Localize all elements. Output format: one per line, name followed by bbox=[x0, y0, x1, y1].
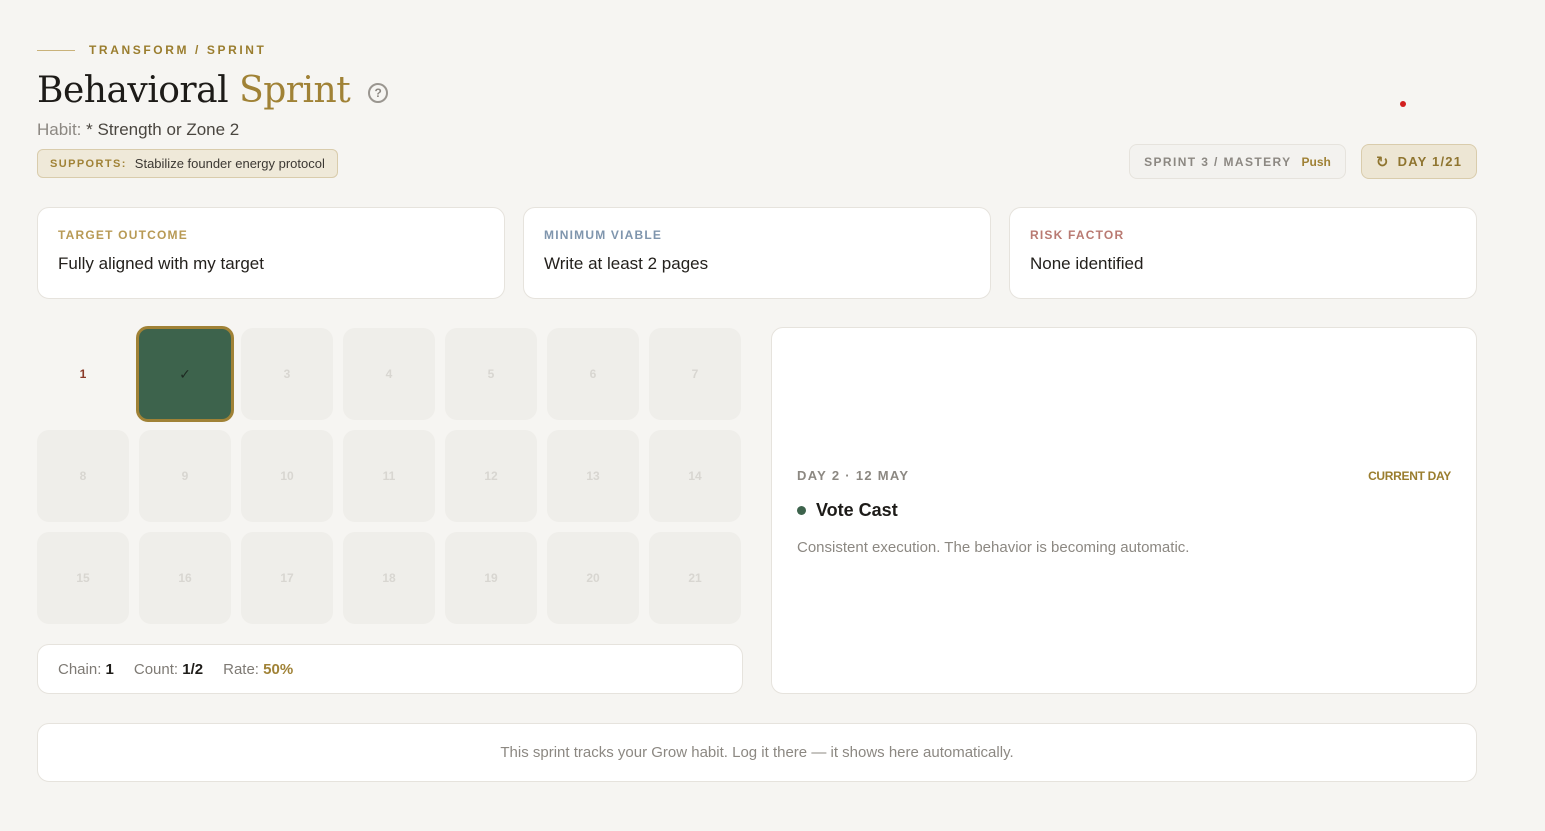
detail-header: DAY 2 · 12 MAY CURRENT DAY bbox=[797, 468, 1451, 483]
day-counter-label: DAY 1/21 bbox=[1397, 154, 1463, 169]
minimum-viable-card: MINIMUM VIABLE Write at least 2 pages bbox=[523, 207, 991, 299]
calendar-day-14[interactable]: 14 bbox=[649, 430, 741, 522]
calendar-day-1[interactable]: 1 bbox=[37, 328, 129, 420]
calendar-day-7[interactable]: 7 bbox=[649, 328, 741, 420]
page-title: Behavioral Sprint ? bbox=[37, 70, 389, 111]
calendar-day-4[interactable]: 4 bbox=[343, 328, 435, 420]
chain-stat: Chain: 1 bbox=[58, 661, 114, 678]
day-number: 3 bbox=[283, 367, 291, 381]
card-value: Write at least 2 pages bbox=[544, 254, 709, 273]
day-number: 12 bbox=[484, 469, 498, 483]
rate-label: Rate: bbox=[223, 660, 259, 678]
calendar-day-20[interactable]: 20 bbox=[547, 532, 639, 624]
day-number: 1 bbox=[79, 367, 87, 381]
risk-factor-card: RISK FACTOR None identified bbox=[1009, 207, 1477, 299]
chain-label: Chain: bbox=[58, 660, 102, 678]
breadcrumb: TRANSFORM / SPRINT bbox=[37, 43, 266, 57]
current-day-badge: CURRENT DAY bbox=[1368, 468, 1451, 483]
calendar-day-21[interactable]: 21 bbox=[649, 532, 741, 624]
status-text: Vote Cast bbox=[816, 500, 898, 520]
habit-line: Habit: * Strength or Zone 2 bbox=[37, 120, 239, 140]
page-title-text: Behavioral Sprint bbox=[37, 70, 351, 111]
calendar-day-9[interactable]: 9 bbox=[139, 430, 231, 522]
day-number: 18 bbox=[382, 571, 396, 585]
count-label: Count: bbox=[133, 660, 179, 678]
calendar-day-10[interactable]: 10 bbox=[241, 430, 333, 522]
day-number: 14 bbox=[688, 469, 702, 483]
card-label: TARGET OUTCOME bbox=[58, 228, 188, 242]
day-number: 16 bbox=[178, 571, 192, 585]
supports-label: SUPPORTS: bbox=[50, 157, 127, 170]
target-outcome-card: TARGET OUTCOME Fully aligned with my tar… bbox=[37, 207, 505, 299]
card-label: MINIMUM VIABLE bbox=[544, 228, 663, 242]
calendar-day-8[interactable]: 8 bbox=[37, 430, 129, 522]
calendar-day-19[interactable]: 19 bbox=[445, 532, 537, 624]
help-icon[interactable]: ? bbox=[368, 82, 389, 103]
day-number: 7 bbox=[691, 367, 699, 381]
calendar-day-13[interactable]: 13 bbox=[547, 430, 639, 522]
status-dot-icon bbox=[797, 506, 806, 515]
calendar-day-3[interactable]: 3 bbox=[241, 328, 333, 420]
sprint-phase: Push bbox=[1301, 154, 1331, 169]
stats-bar: Chain: 1 Count: 1/2 Rate: 50% bbox=[37, 644, 743, 694]
day-detail-panel: DAY 2 · 12 MAY CURRENT DAY Vote Cast Con… bbox=[771, 327, 1477, 694]
breadcrumb-divider bbox=[37, 49, 75, 51]
calendar-day-15[interactable]: 15 bbox=[37, 532, 129, 624]
day-number: 20 bbox=[586, 571, 600, 585]
day-number: 19 bbox=[484, 571, 498, 585]
detail-date: DAY 2 · 12 MAY bbox=[797, 468, 910, 483]
refresh-icon: ↻ bbox=[1375, 153, 1390, 171]
supports-tag[interactable]: SUPPORTS: Stabilize founder energy proto… bbox=[37, 149, 338, 178]
calendar-day-12[interactable]: 12 bbox=[445, 430, 537, 522]
rate-value: 50% bbox=[263, 660, 294, 678]
day-number: 6 bbox=[589, 367, 597, 381]
detail-description: Consistent execution. The behavior is be… bbox=[797, 539, 1190, 556]
card-label: RISK FACTOR bbox=[1030, 228, 1125, 242]
sprint-label: SPRINT 3 / MASTERY bbox=[1144, 154, 1292, 169]
supports-value: Stabilize founder energy protocol bbox=[134, 156, 325, 171]
day-number: 10 bbox=[280, 469, 294, 483]
calendar-day-11[interactable]: 11 bbox=[343, 430, 435, 522]
title-main: Behavioral bbox=[37, 70, 229, 111]
day-number: 4 bbox=[385, 367, 393, 381]
calendar-day-16[interactable]: 16 bbox=[139, 532, 231, 624]
day-number: 21 bbox=[688, 571, 702, 585]
habit-label: Habit: bbox=[37, 120, 82, 139]
day-number: 17 bbox=[280, 571, 294, 585]
check-icon: ✓ bbox=[179, 365, 191, 382]
rate-stat: Rate: 50% bbox=[223, 661, 293, 678]
count-stat: Count: 1/2 bbox=[134, 661, 203, 678]
detail-status: Vote Cast bbox=[797, 500, 898, 521]
count-value: 1/2 bbox=[182, 660, 204, 678]
day-number: 15 bbox=[76, 571, 90, 585]
calendar-day-17[interactable]: 17 bbox=[241, 532, 333, 624]
title-accent: Sprint bbox=[239, 70, 351, 111]
chain-value: 1 bbox=[105, 660, 114, 678]
day-number: 9 bbox=[181, 469, 189, 483]
calendar-day-18[interactable]: 18 bbox=[343, 532, 435, 624]
day-number: 8 bbox=[79, 469, 87, 483]
calendar-day-5[interactable]: 5 bbox=[445, 328, 537, 420]
breadcrumb-text: TRANSFORM / SPRINT bbox=[89, 43, 267, 57]
day-counter-button[interactable]: ↻ DAY 1/21 bbox=[1361, 144, 1477, 179]
day-number: 5 bbox=[487, 367, 495, 381]
day-number: 13 bbox=[586, 469, 600, 483]
calendar-day-2[interactable]: ✓ bbox=[136, 326, 234, 422]
card-value: None identified bbox=[1030, 254, 1144, 273]
card-value: Fully aligned with my target bbox=[58, 254, 264, 273]
sprint-info-footer: This sprint tracks your Grow habit. Log … bbox=[37, 723, 1477, 782]
day-number: 11 bbox=[382, 469, 396, 483]
habit-value: * Strength or Zone 2 bbox=[86, 120, 240, 139]
calendar-day-6[interactable]: 6 bbox=[547, 328, 639, 420]
notification-dot bbox=[1400, 101, 1406, 107]
sprint-badge: SPRINT 3 / MASTERY Push bbox=[1129, 144, 1346, 179]
